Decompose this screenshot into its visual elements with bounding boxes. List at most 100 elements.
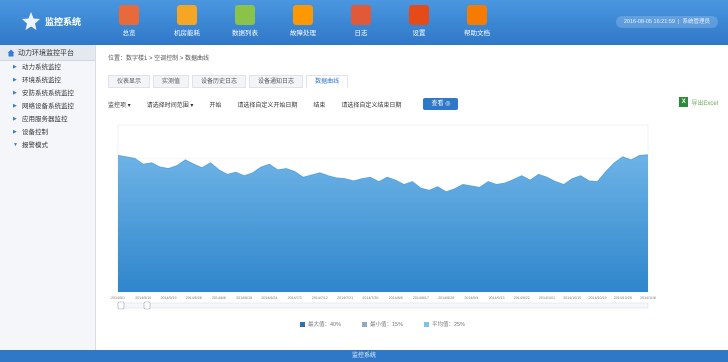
range-slider-handle-left [117,301,125,310]
logo-star-icon [22,12,40,30]
tab-2[interactable]: 设备历史日志 [192,75,247,88]
x-tick-label: 2014/11/6 [640,296,656,300]
chevron-icon: ▶ [13,90,17,96]
x-tick-label: 2014/6/15 [236,296,252,300]
calendar-icon [351,5,371,25]
range-slider-handle-right [143,301,151,310]
x-tick-label: 2014/10/28 [614,296,632,300]
tab-3[interactable]: 设备通知日志 [249,75,304,88]
settings-icon [409,5,429,25]
start-date-input[interactable]: 请选择自定义开始日期 [237,100,297,109]
nav-label: 机房能耗 [174,30,200,37]
monitor-dropdown[interactable]: 监控项 ▾ [108,100,131,109]
chevron-icon: ▶ [13,103,17,109]
sidebar-header-label: 动力环境监控平台 [18,49,74,57]
user-info[interactable]: 2016-08-05 16:21:59 | 系统管理员 [615,16,718,28]
filter-bar: 监控项 ▾ 请选择时间范围 ▾ 开始 请选择自定义开始日期 结束 请选择自定义结… [108,97,718,111]
tab-bar: 仪表显示 实测值 设备历史日志 设备通知日志 数据曲线 [108,75,351,88]
nav-label: 总览 [122,30,136,37]
nav-label: 数据列表 [232,30,258,37]
nav-item-3[interactable]: 故障处理 [274,5,332,37]
x-tick-label: 2014/5/28 [186,296,202,300]
sidebar-item-label: 动力系统监控 [22,64,61,71]
nav-label: 帮助文档 [464,30,490,37]
x-tick-label: 2014/8/26 [438,296,454,300]
app-title: 监控系统 [45,16,82,27]
export-label: 导出Excel [691,100,718,107]
nav-label: 设置 [412,30,426,37]
sidebar-header[interactable]: 动力环境监控平台 [0,45,95,61]
sidebar-item-5[interactable]: ▶ 设备控制 [0,126,95,139]
datetime-text: 2016-08-05 16:21:59 [623,19,675,25]
app-logo[interactable]: 监控系统 [20,10,81,32]
sidebar-item-6[interactable]: ▼ 报警模式 [0,139,95,152]
main-nav: 总览 机房能耗 数据列表 故障处理 日志 设置 帮助文档 [100,5,506,37]
footer: 监控系统 [0,350,728,362]
warning-icon [293,5,313,25]
top-header: 监控系统 总览 机房能耗 数据列表 故障处理 日志 设置 帮助文档 2016-08-05 1… [0,0,728,45]
data-list-icon [235,5,255,25]
sidebar-item-label: 网络设备系统监控 [22,103,74,110]
sidebar-item-3[interactable]: ▶ 网络设备系统监控 [0,100,95,113]
user-name: 系统管理员 [682,19,710,25]
tab-1[interactable]: 实测值 [153,75,190,88]
x-tick-label: 2014/10/19 [589,296,607,300]
x-tick-label: 2014/5/19 [160,296,176,300]
time-range-dropdown[interactable]: 请选择时间范围 ▾ [147,100,194,109]
x-tick-label: 2014/8/17 [413,296,429,300]
x-tick-label: 2014/9/22 [514,296,530,300]
x-tick-label: 2014/10/10 [563,296,581,300]
x-tick-label: 2014/7/3 [288,296,302,300]
view-button[interactable]: 查看 ◎ [423,98,459,110]
x-tick-label: 2014/7/30 [362,296,378,300]
nav-label: 日志 [354,30,368,37]
x-tick-label: 2014/6/6 [212,296,226,300]
legend-label: 最大值：40% [308,320,341,328]
sidebar-item-4[interactable]: ▶ 应用服务器监控 [0,113,95,126]
x-tick-label: 2014/10/1 [539,296,555,300]
x-tick-label: 2014/7/12 [312,296,328,300]
nav-label: 故障处理 [290,30,316,37]
legend-swatch [300,322,305,327]
sidebar-item-label: 安防系统系统监控 [22,90,74,97]
chevron-icon: ▼ [13,142,18,148]
nav-item-0[interactable]: 总览 [100,5,158,37]
excel-icon: X [679,97,689,107]
legend-label: 最小值：15% [370,320,403,328]
tab-4[interactable]: 数据曲线 [306,75,349,88]
breadcrumb: 位置：数字楼1 > 空调控制 > 数据曲线 [108,56,210,62]
main-panel: 位置：数字楼1 > 空调控制 > 数据曲线 仪表显示 实测值 设备历史日志 设备通知日… [96,45,728,350]
end-date-input[interactable]: 请选择自定义结束日期 [341,100,401,109]
sidebar-item-2[interactable]: ▶ 安防系统系统监控 [0,87,95,100]
legend-label: 平均值：25% [432,320,465,328]
x-tick-label: 2014/6/24 [261,296,277,300]
x-tick-label: 2014/5/10 [135,296,151,300]
start-label: 开始 [209,102,222,109]
data-curve-chart: 2014/5/1 2014/5/10 2014/5/19 2014/5/28 2014/… [111,124,656,328]
sidebar: 动力环境监控平台 ▶ 动力系统监控 ▶ 环境系统监控 ▶ 安防系统系统监控 ▶ 网络设备系统监… [0,45,96,350]
nav-item-2[interactable]: 数据列表 [216,5,274,37]
sidebar-item-0[interactable]: ▶ 动力系统监控 [0,61,95,74]
tab-0[interactable]: 仪表显示 [108,75,151,88]
help-icon [467,5,487,25]
nav-item-5[interactable]: 设置 [390,5,448,37]
legend-swatch [362,322,367,327]
export-excel-button[interactable]: X 导出Excel [679,97,718,107]
sidebar-item-label: 设备控制 [22,129,48,136]
sidebar-item-1[interactable]: ▶ 环境系统监控 [0,74,95,87]
sidebar-item-label: 报警模式 [22,142,48,149]
home-icon [7,49,15,56]
chevron-icon: ▶ [13,77,17,83]
nav-item-4[interactable]: 日志 [332,5,390,37]
line-chart-icon [177,5,197,25]
x-tick-label: 2014/9/13 [489,296,505,300]
nav-item-1[interactable]: 机房能耗 [158,5,216,37]
nav-item-6[interactable]: 帮助文档 [448,5,506,37]
books-icon [119,5,139,25]
chevron-icon: ▶ [13,129,17,135]
sidebar-item-label: 环境系统监控 [22,77,61,84]
end-label: 结束 [313,102,326,109]
x-tick-label: 2014/7/21 [337,296,353,300]
sidebar-item-label: 应用服务器监控 [22,116,68,123]
chevron-icon: ▶ [13,64,17,70]
